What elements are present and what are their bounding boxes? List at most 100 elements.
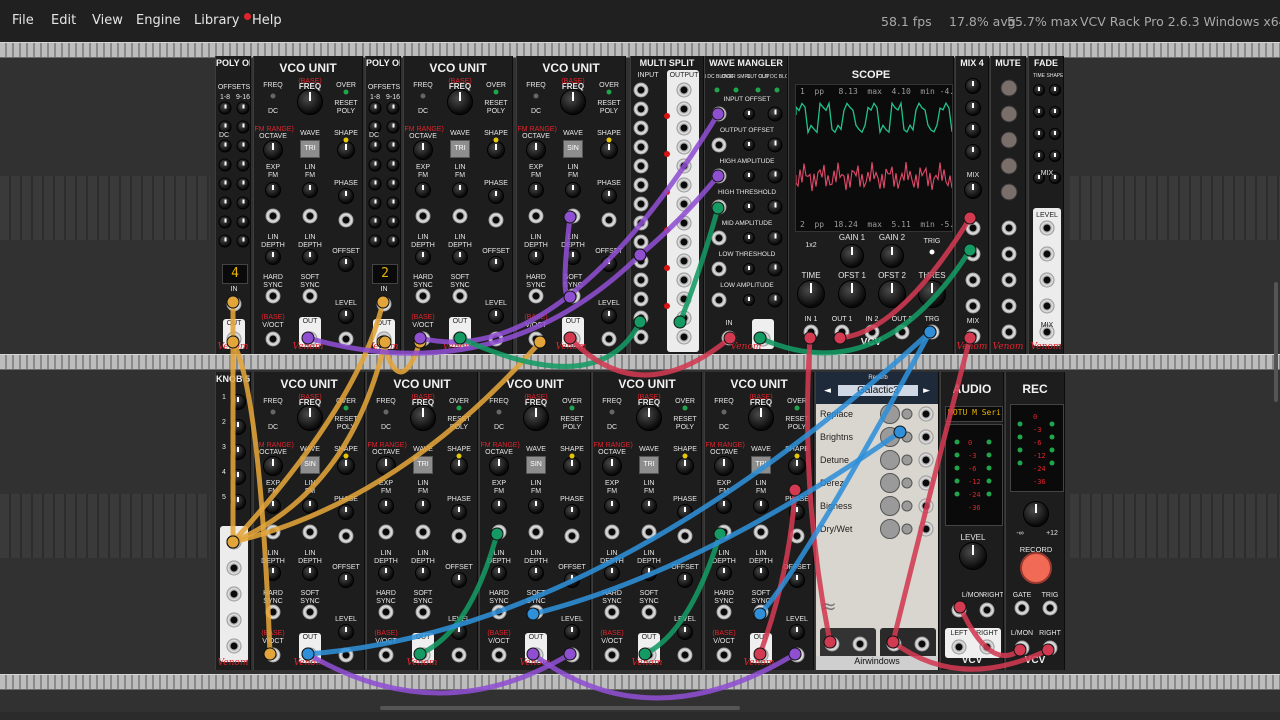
knob5-out-jack[interactable] bbox=[226, 534, 242, 550]
freq-knob[interactable] bbox=[297, 405, 323, 431]
wave-button[interactable]: TRI bbox=[300, 140, 320, 158]
offset-knob[interactable] bbox=[218, 234, 232, 248]
offset-knob[interactable] bbox=[368, 139, 382, 153]
hard-sync-jack[interactable] bbox=[528, 288, 544, 304]
rec-right-jack[interactable] bbox=[1042, 640, 1058, 656]
wave-button[interactable]: TRI bbox=[450, 140, 470, 158]
octave-knob[interactable] bbox=[489, 456, 509, 476]
cv-jack[interactable] bbox=[918, 429, 934, 445]
fm-knob[interactable] bbox=[491, 498, 507, 514]
level-knob[interactable] bbox=[965, 78, 981, 94]
level-knob[interactable] bbox=[959, 542, 987, 570]
fm-knob[interactable] bbox=[265, 498, 281, 514]
input-jack[interactable] bbox=[633, 215, 649, 231]
knob5-out-jack[interactable] bbox=[226, 586, 242, 602]
mute-button[interactable] bbox=[1000, 183, 1018, 201]
poly-offset-in-jack[interactable] bbox=[226, 296, 242, 312]
soft-sync-jack[interactable] bbox=[528, 604, 544, 620]
freq-knob[interactable] bbox=[447, 89, 473, 115]
prev-preset-arrow-icon[interactable]: ◄ bbox=[824, 386, 831, 396]
phase-jack[interactable] bbox=[789, 528, 805, 544]
offset-knob[interactable] bbox=[488, 256, 504, 272]
output-jack[interactable] bbox=[676, 291, 692, 307]
mute-button[interactable] bbox=[1000, 79, 1018, 97]
level-knob[interactable] bbox=[965, 144, 981, 160]
fade-time-knob[interactable] bbox=[1033, 106, 1045, 118]
attenuator-knob[interactable] bbox=[901, 500, 913, 512]
menu-view[interactable]: View bbox=[92, 13, 123, 28]
phase-jack[interactable] bbox=[338, 528, 354, 544]
cv-jack[interactable] bbox=[711, 230, 727, 246]
shape-knob[interactable] bbox=[788, 457, 806, 475]
offset-knob[interactable] bbox=[386, 101, 400, 115]
offset-knob[interactable] bbox=[236, 158, 250, 172]
param-knob[interactable] bbox=[767, 168, 783, 184]
fm-knob[interactable] bbox=[302, 498, 318, 514]
exp-fm-jack[interactable] bbox=[716, 524, 732, 540]
param-knob[interactable] bbox=[767, 230, 783, 246]
in-right-jack[interactable] bbox=[852, 636, 868, 652]
in-left-jack[interactable] bbox=[824, 636, 840, 652]
offset-knob[interactable] bbox=[386, 196, 400, 210]
attenuverter-knob[interactable] bbox=[743, 232, 755, 244]
depth-knob[interactable] bbox=[528, 249, 544, 265]
cv-jack[interactable] bbox=[711, 292, 727, 308]
output-jack[interactable] bbox=[676, 120, 692, 136]
offset-knob[interactable] bbox=[218, 177, 232, 191]
input-jack[interactable] bbox=[633, 139, 649, 155]
fm-knob[interactable] bbox=[452, 182, 468, 198]
level-knob[interactable] bbox=[338, 624, 354, 640]
hard-sync-jack[interactable] bbox=[415, 288, 431, 304]
fm-knob[interactable] bbox=[378, 498, 394, 514]
knob5-knob[interactable] bbox=[230, 494, 246, 510]
soft-sync-jack[interactable] bbox=[753, 604, 769, 620]
attenuator-knob[interactable] bbox=[901, 431, 913, 443]
depth-knob[interactable] bbox=[641, 565, 657, 581]
output-jack[interactable] bbox=[676, 177, 692, 193]
attenuverter-knob[interactable] bbox=[743, 294, 755, 306]
depth-knob[interactable] bbox=[265, 565, 281, 581]
level-knob[interactable] bbox=[789, 624, 805, 640]
level-knob[interactable] bbox=[965, 122, 981, 138]
phase-jack[interactable] bbox=[338, 212, 354, 228]
next-preset-arrow-icon[interactable]: ► bbox=[923, 386, 930, 396]
input-jack[interactable] bbox=[633, 272, 649, 288]
mix-in-jack[interactable] bbox=[965, 220, 981, 236]
phase-knob[interactable] bbox=[677, 504, 693, 520]
attenuator-knob[interactable] bbox=[901, 408, 913, 420]
fm-knob[interactable] bbox=[604, 498, 620, 514]
fade-shape-knob[interactable] bbox=[1049, 106, 1061, 118]
param-knob[interactable] bbox=[880, 450, 900, 470]
depth-knob[interactable] bbox=[302, 249, 318, 265]
octave-knob[interactable] bbox=[263, 456, 283, 476]
attenuator-knob[interactable] bbox=[901, 477, 913, 489]
wave-button[interactable]: SIN bbox=[563, 140, 583, 158]
soft-sync-jack[interactable] bbox=[452, 288, 468, 304]
offset-knob[interactable] bbox=[368, 101, 382, 115]
device-display[interactable]: MOTU M Seri bbox=[945, 406, 1003, 422]
out-right-jack[interactable] bbox=[914, 636, 930, 652]
cv-jack[interactable] bbox=[918, 521, 934, 537]
param-knob[interactable] bbox=[767, 199, 783, 215]
fade-time-knob[interactable] bbox=[1033, 84, 1045, 96]
phase-knob[interactable] bbox=[789, 504, 805, 520]
mix-in-jack[interactable] bbox=[965, 272, 981, 288]
hard-sync-jack[interactable] bbox=[604, 604, 620, 620]
phase-knob[interactable] bbox=[564, 504, 580, 520]
poly-offset-in-jack[interactable] bbox=[376, 296, 392, 312]
offset-knob[interactable] bbox=[601, 256, 617, 272]
phase-jack[interactable] bbox=[488, 212, 504, 228]
octave-knob[interactable] bbox=[376, 456, 396, 476]
out-left-jack[interactable] bbox=[886, 636, 902, 652]
fm-knob[interactable] bbox=[641, 498, 657, 514]
cv-jack[interactable] bbox=[711, 199, 727, 215]
right-out-jack[interactable] bbox=[979, 639, 995, 655]
offset-knob[interactable] bbox=[451, 572, 467, 588]
cv-jack[interactable] bbox=[711, 106, 727, 122]
shape-knob[interactable] bbox=[676, 457, 694, 475]
fade-time-knob[interactable] bbox=[1033, 150, 1045, 162]
offset-knob[interactable] bbox=[677, 572, 693, 588]
param-knob[interactable] bbox=[767, 137, 783, 153]
cv-jack[interactable] bbox=[918, 452, 934, 468]
mute-jack[interactable] bbox=[1001, 220, 1017, 236]
